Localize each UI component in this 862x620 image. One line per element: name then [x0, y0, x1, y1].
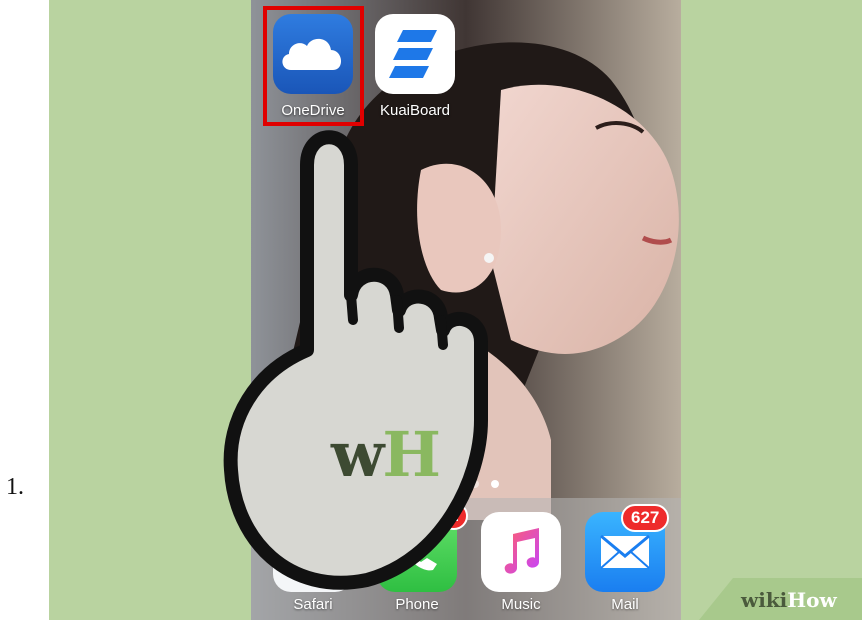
page-indicator [431, 480, 499, 488]
music-label: Music [501, 596, 541, 613]
phone-home-screen: OneDrive KuaiBoard Safari 1 Phone Music … [251, 0, 681, 620]
safari-app-icon[interactable] [273, 512, 353, 592]
logo-w: w [331, 418, 384, 491]
onedrive-highlight-box [263, 6, 364, 126]
step-number: 1. [6, 474, 24, 500]
wikihow-logo-mark: wH [331, 418, 441, 491]
phone-badge: 1 [439, 502, 469, 530]
page-dot[interactable] [451, 480, 459, 488]
safari-label: Safari [293, 596, 333, 613]
illustration-canvas: OneDrive KuaiBoard Safari 1 Phone Music … [49, 0, 862, 620]
logo-h: H [382, 418, 441, 491]
watermark-wiki: wiki [741, 588, 788, 612]
page-dot-active[interactable] [491, 480, 499, 488]
page-dot[interactable] [471, 480, 479, 488]
wikihow-watermark: wikiHow [741, 588, 837, 612]
dock: Safari 1 Phone Music 627 Mail [251, 498, 681, 620]
kuaiboard-app-icon[interactable] [375, 14, 455, 94]
kuaiboard-icon [389, 30, 437, 78]
mail-label: Mail [611, 596, 639, 613]
music-note-icon [504, 528, 539, 574]
mail-badge: 627 [621, 504, 670, 532]
watermark-how: How [787, 588, 837, 612]
music-app-icon[interactable] [481, 512, 561, 592]
compass-icon [281, 520, 345, 584]
kuaiboard-label: KuaiBoard [379, 102, 451, 119]
phone-label: Phone [395, 596, 439, 613]
